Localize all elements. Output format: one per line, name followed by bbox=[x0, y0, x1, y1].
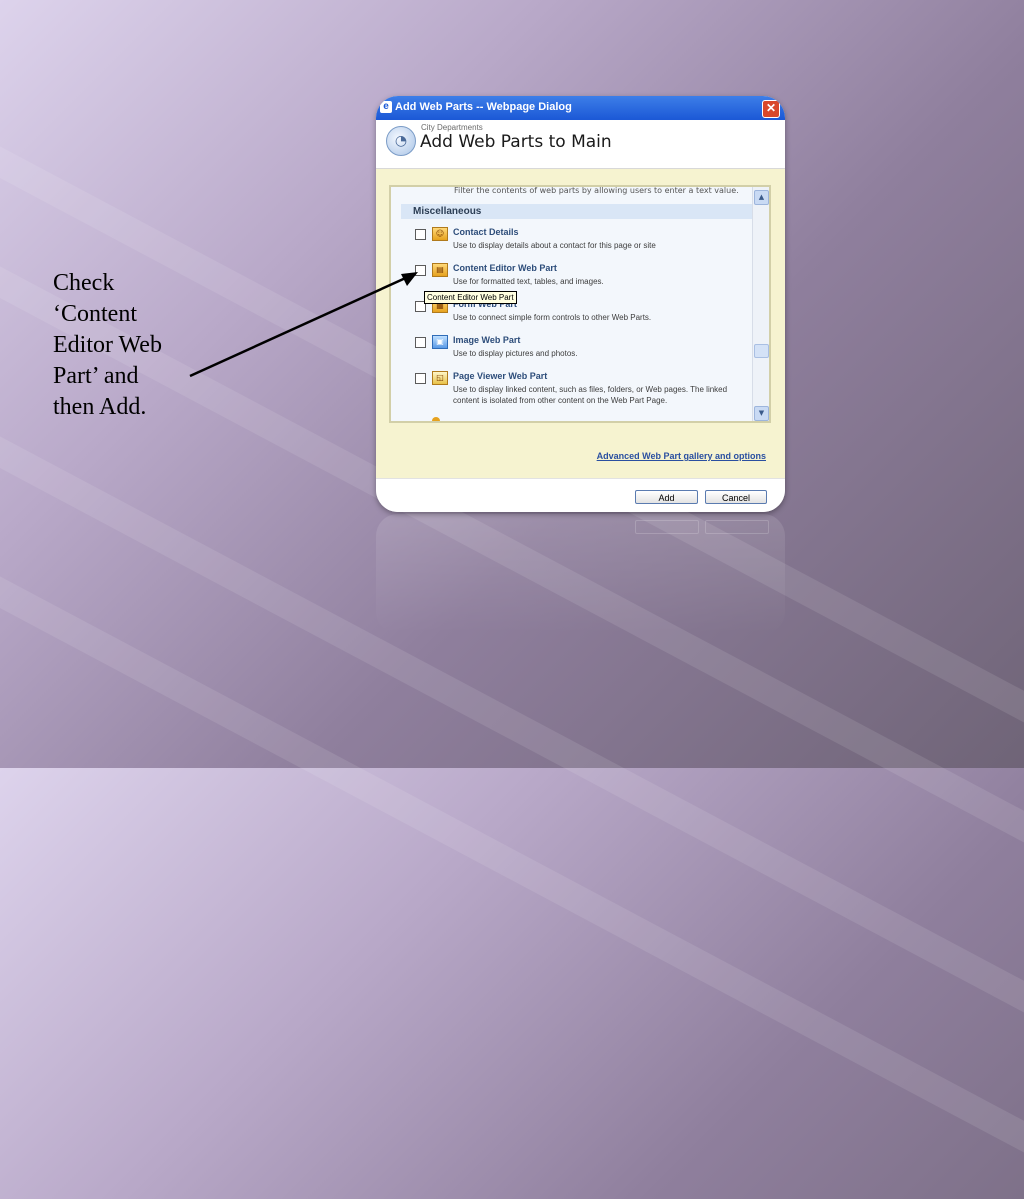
arrow-shaft bbox=[189, 274, 411, 378]
annotation-arrow bbox=[189, 272, 418, 378]
arrow-head bbox=[401, 272, 418, 286]
